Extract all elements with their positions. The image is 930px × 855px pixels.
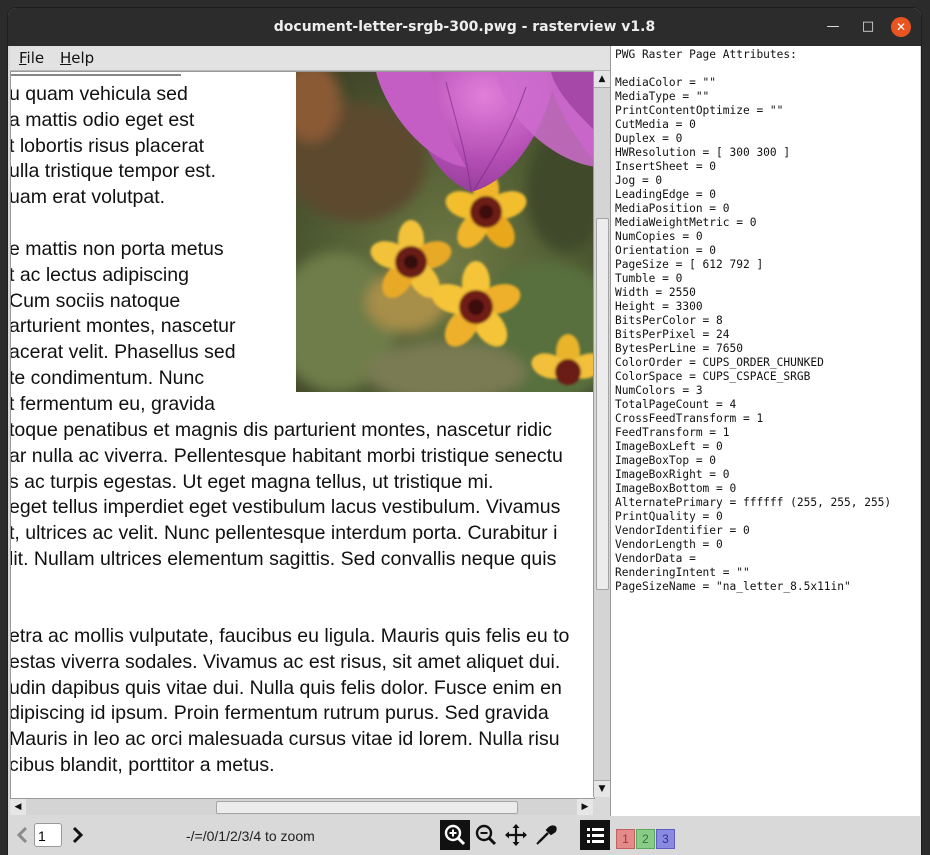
document-text-line: ulla tristique tempor est.: [10, 160, 217, 183]
document-text-line: u quam vehicula sed: [10, 83, 188, 105]
flower-photo-image: [296, 72, 594, 392]
zoom-out-icon[interactable]: [471, 820, 501, 850]
page-number-input[interactable]: 1: [34, 823, 62, 847]
title-bar: document-letter-srgb-300.pwg - rastervie…: [8, 8, 921, 46]
document-text-line: ar nulla ac viverra. Pellentesque habita…: [10, 444, 563, 467]
document-text-line: lit. Nullam ultrices elementum sagittis.…: [10, 547, 557, 570]
document-text-line: uam erat volutpat.: [10, 186, 166, 209]
vertical-scrollbar[interactable]: ▲ ▼: [593, 71, 610, 797]
eyedropper-icon[interactable]: [531, 820, 561, 850]
cut-line-top: [11, 72, 181, 76]
move-icon[interactable]: [501, 820, 531, 850]
attributes-text: PWG Raster Page Attributes: MediaColor =…: [615, 48, 892, 593]
scroll-left-arrow-icon[interactable]: ◀: [10, 799, 26, 815]
channel-2-toggle[interactable]: 2: [636, 829, 655, 849]
page-viewport[interactable]: u quam vehicula sed a mattis odio eget es…: [10, 71, 595, 799]
document-text-line: etra ac mollis vulputate, faucibus eu li…: [10, 625, 570, 647]
document-text-line: t ac lectus adipiscing: [10, 263, 189, 286]
menu-help[interactable]: Help: [60, 49, 94, 67]
document-text-line: t lobortis risus placerat: [10, 134, 205, 157]
close-button[interactable]: ✕: [891, 17, 911, 37]
scroll-up-arrow-icon[interactable]: ▲: [594, 71, 610, 88]
channel-1-toggle[interactable]: 1: [616, 829, 635, 849]
menu-bar: File Help: [10, 46, 610, 71]
zoom-hint: -/=/0/1/2/3/4 to zoom: [186, 828, 315, 844]
next-page-icon[interactable]: [70, 826, 84, 848]
text-block-mid: e mattis non porta metus t ac lectus adip…: [10, 237, 236, 418]
menu-file-mnemonic: F: [19, 49, 27, 67]
document-text-line: acerat velit. Phasellus sed: [10, 341, 236, 364]
document-text-line: cibus blandit, porttitor a metus.: [10, 753, 275, 776]
menu-file-label: ile: [26, 49, 45, 67]
document-text-line: te condimentum. Nunc: [10, 366, 205, 389]
channel-3-toggle[interactable]: 3: [656, 829, 675, 849]
attributes-panel: PWG Raster Page Attributes: MediaColor =…: [610, 46, 920, 816]
maximize-button[interactable]: □: [858, 17, 878, 37]
document-text-line: dipiscing id ipsum. Proin fermentum rutr…: [10, 702, 549, 725]
document-text-line: t, ultrices ac velit. Nunc pellentesque …: [10, 522, 558, 545]
prev-page-icon[interactable]: [16, 826, 30, 848]
document-text-line: a mattis odio eget est: [10, 108, 195, 131]
document-text-line: t fermentum eu, gravida: [10, 392, 215, 415]
menu-help-mnemonic: H: [60, 49, 72, 67]
document-text-line: estas viverra sodales. Vivamus ac est ri…: [10, 650, 561, 673]
app-window: document-letter-srgb-300.pwg - rastervie…: [8, 8, 921, 855]
menu-help-label: elp: [71, 49, 95, 67]
scroll-right-arrow-icon[interactable]: ▶: [577, 799, 593, 815]
minimize-button[interactable]: —: [823, 17, 843, 37]
vertical-scroll-thumb[interactable]: [596, 218, 609, 590]
document-text-line: udin dapibus quis vitae dui. Nulla quis …: [10, 676, 562, 699]
scroll-down-arrow-icon[interactable]: ▼: [594, 780, 610, 797]
zoom-in-icon[interactable]: [440, 820, 470, 850]
document-text-line: eget tellus imperdiet eget vestibulum la…: [10, 496, 561, 519]
list-icon[interactable]: [580, 820, 610, 850]
window-title: document-letter-srgb-300.pwg - rastervie…: [273, 19, 656, 35]
text-block-wide: toque penatibus et magnis dis parturient…: [10, 418, 563, 573]
horizontal-scroll-thumb[interactable]: [216, 801, 518, 814]
document-text-line: e mattis non porta metus: [10, 238, 224, 260]
document-text-line: toque penatibus et magnis dis parturient…: [10, 419, 553, 441]
document-text-line: s ac turpis egestas. Ut eget magna tellu…: [10, 470, 494, 493]
flower-photo: [296, 72, 594, 392]
document-text-line: Cum sociis natoque: [10, 289, 181, 312]
bottom-toolbar: 1 -/=/0/1/2/3/4 to zoom 1 2 3: [8, 816, 921, 855]
horizontal-scrollbar[interactable]: ◀ ▶: [10, 798, 593, 815]
menu-file[interactable]: File: [19, 49, 44, 67]
document-text-line: Mauris in leo ac orci malesuada cursus v…: [10, 728, 560, 751]
document-text-line: arturient montes, nascetur: [10, 315, 236, 338]
text-block-top: u quam vehicula sed a mattis odio eget es…: [10, 82, 217, 211]
text-block-bottom: etra ac mollis vulputate, faucibus eu li…: [10, 624, 570, 779]
